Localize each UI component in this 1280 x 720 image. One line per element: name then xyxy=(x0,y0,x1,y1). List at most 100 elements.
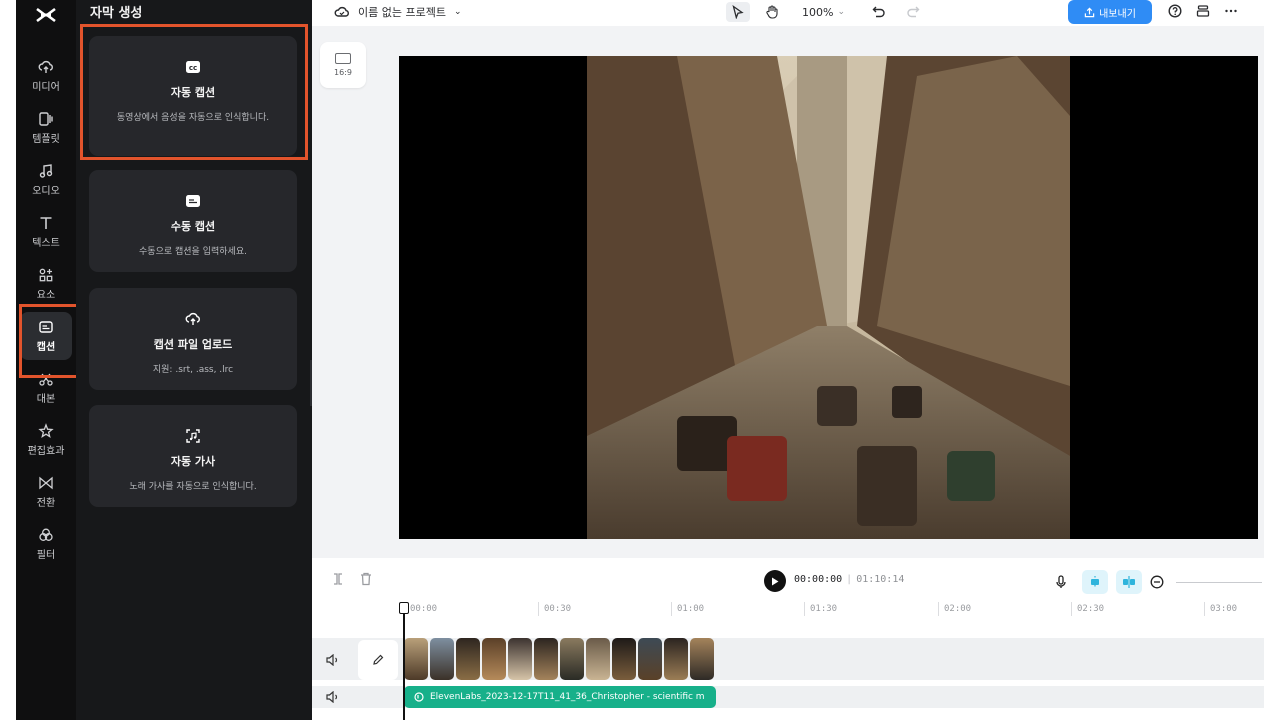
aspect-ratio-button[interactable]: 16:9 xyxy=(320,42,366,88)
top-right-icons xyxy=(1168,4,1238,18)
aspect-ratio-icon xyxy=(335,53,351,64)
play-button[interactable] xyxy=(764,570,786,592)
ruler-tick xyxy=(538,602,539,616)
rail-label: 대본 xyxy=(36,394,56,405)
chevron-down-icon: ⌄ xyxy=(837,7,845,17)
split-icon[interactable] xyxy=(332,572,344,586)
rail-label: 오디오 xyxy=(32,186,60,197)
split-preview-button[interactable] xyxy=(1116,570,1142,594)
magnet-snap-button[interactable] xyxy=(1082,570,1108,594)
card-title: 자동 가사 xyxy=(170,455,216,468)
clip-thumbnail xyxy=(456,638,480,680)
undo-button[interactable] xyxy=(867,2,891,22)
subtitle-icon xyxy=(184,192,202,210)
manual-caption-card[interactable]: 수동 캡션 수동으로 캡션을 입력하세요. xyxy=(89,170,297,272)
clip-tools xyxy=(332,572,372,586)
template-icon xyxy=(39,112,53,126)
rail-label: 미디어 xyxy=(32,82,60,93)
pencil-icon xyxy=(373,654,384,665)
rail-item-text[interactable]: 텍스트 xyxy=(20,208,72,256)
aspect-ratio-label: 16:9 xyxy=(334,68,352,77)
rail-label: 전환 xyxy=(36,498,56,509)
cloud-upload-icon xyxy=(38,60,53,73)
export-label: 내보내기 xyxy=(1099,8,1136,20)
rail-label: 텍스트 xyxy=(32,238,60,249)
redo-button[interactable] xyxy=(901,2,925,22)
time-separator: | xyxy=(846,574,853,585)
auto-lyrics-card[interactable]: 자동 가사 노래 가사를 자동으로 인식합니다. xyxy=(89,405,297,507)
time-ruler[interactable]: 00:00 00:30 01:00 01:30 02:00 02:30 03:0… xyxy=(404,602,1264,624)
ruler-tick-label: 02:30 xyxy=(1077,604,1105,614)
project-name: 이름 없는 프로젝트 xyxy=(358,6,446,19)
select-tool-button[interactable] xyxy=(726,2,750,22)
record-voice-button[interactable] xyxy=(1048,570,1074,594)
card-desc: 수동으로 캡션을 입력하세요. xyxy=(139,247,247,257)
ruler-tick-label: 01:30 xyxy=(810,604,838,614)
undo-icon xyxy=(872,6,885,18)
playback-controls: 00:00:00 | 01:10:14 xyxy=(312,558,1280,602)
hand-icon xyxy=(766,5,778,19)
rail-item-elements[interactable]: 요소 xyxy=(20,260,72,308)
text-icon xyxy=(40,217,52,229)
card-desc: 노래 가사를 자동으로 인식합니다. xyxy=(129,482,257,492)
clip-thumbnail xyxy=(534,638,558,680)
zoom-value: 100% xyxy=(802,5,834,19)
rail-label: 요소 xyxy=(36,290,56,301)
video-clip[interactable] xyxy=(404,638,714,680)
trash-icon[interactable] xyxy=(360,572,372,586)
hand-tool-button[interactable] xyxy=(760,2,784,22)
chevron-down-icon: ⌄ xyxy=(453,7,462,17)
ruler-tick xyxy=(804,602,805,616)
help-icon[interactable] xyxy=(1168,4,1182,18)
clip-thumbnail xyxy=(638,638,662,680)
video-preview[interactable] xyxy=(399,56,1258,539)
zoom-out-icon[interactable] xyxy=(1150,575,1164,589)
layers-icon[interactable] xyxy=(1196,4,1210,18)
rail-item-templates[interactable]: 템플릿 xyxy=(20,104,72,152)
project-name-dropdown[interactable]: 이름 없는 프로젝트 ⌄ xyxy=(334,4,462,20)
ruler-tick-label: 03:00 xyxy=(1210,604,1238,614)
more-icon[interactable] xyxy=(1224,4,1238,18)
rail-label: 편집효과 xyxy=(27,446,65,457)
elements-icon xyxy=(39,268,53,282)
rail-item-effects[interactable]: 편집효과 xyxy=(20,416,72,464)
rail-item-media[interactable]: 미디어 xyxy=(20,52,72,100)
card-desc: 지원: .srt, .ass, .lrc xyxy=(152,365,234,375)
export-button[interactable]: 내보내기 xyxy=(1068,0,1152,24)
speaker-icon[interactable] xyxy=(326,691,340,703)
ruler-tick xyxy=(938,602,939,616)
rail-item-transitions[interactable]: 전환 xyxy=(20,468,72,516)
split-view-icon xyxy=(1123,576,1135,588)
microphone-icon xyxy=(1056,575,1066,588)
ruler-tick-label: 01:00 xyxy=(677,604,705,614)
timeline-tools xyxy=(1048,570,1280,594)
ruler-tick-label: 02:00 xyxy=(944,604,972,614)
zoom-dropdown[interactable]: 100% ⌄ xyxy=(802,6,845,19)
play-icon xyxy=(772,577,779,585)
audio-clip[interactable]: ElevenLabs_2023-12-17T11_41_36_Christoph… xyxy=(404,686,716,708)
playhead[interactable] xyxy=(403,602,405,720)
upload-icon xyxy=(1084,7,1095,17)
canvas-tools: 100% ⌄ xyxy=(726,2,925,22)
audio-clip-icon xyxy=(414,692,424,702)
cloud-sync-icon xyxy=(334,6,349,17)
total-duration: 01:10:14 xyxy=(856,574,905,585)
speaker-icon[interactable] xyxy=(326,654,340,666)
clip-thumbnail xyxy=(664,638,688,680)
capcut-logo-icon[interactable] xyxy=(16,2,76,28)
window-edge xyxy=(1264,0,1280,720)
playhead-handle[interactable] xyxy=(399,602,409,614)
rail-item-audio[interactable]: 오디오 xyxy=(20,156,72,204)
ruler-tick xyxy=(671,602,672,616)
city-street-image xyxy=(587,56,1070,539)
audio-clip-name: ElevenLabs_2023-12-17T11_41_36_Christoph… xyxy=(430,692,705,702)
timeline-zoom-slider[interactable] xyxy=(1176,581,1262,583)
ruler-tick-label: 00:00 xyxy=(410,604,438,614)
cover-edit-button[interactable] xyxy=(358,640,398,680)
effects-icon xyxy=(38,423,54,439)
upload-caption-card[interactable]: 캡션 파일 업로드 지원: .srt, .ass, .lrc xyxy=(89,288,297,390)
rail-item-filters[interactable]: 필터 xyxy=(20,520,72,568)
current-time: 00:00:00 xyxy=(794,574,843,585)
preview-canvas: 16:9 xyxy=(312,26,1264,556)
filter-icon xyxy=(39,528,53,541)
